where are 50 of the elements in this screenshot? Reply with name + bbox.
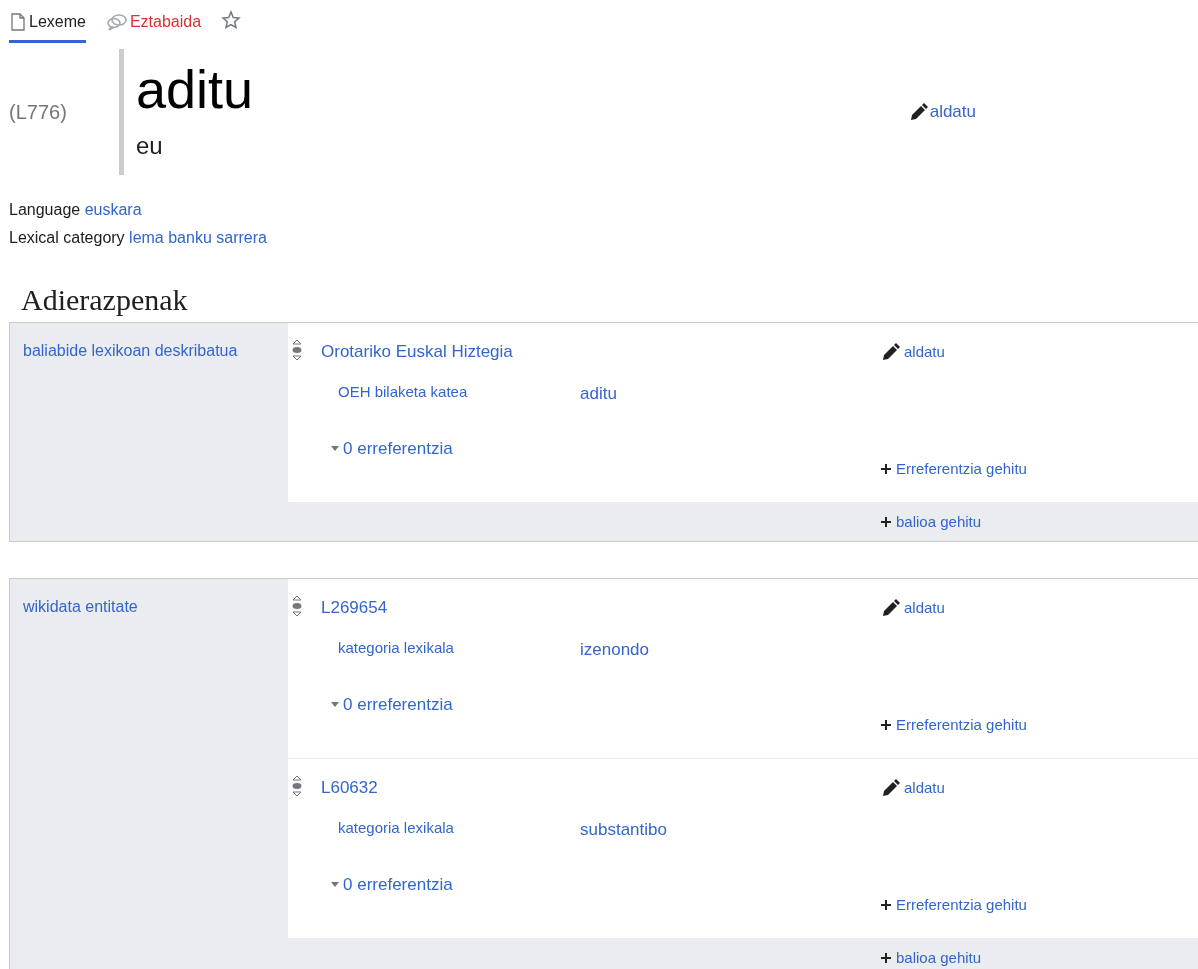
section-heading: Adierazpenak	[21, 282, 189, 318]
add-reference-link[interactable]: Erreferentzia gehitu	[880, 457, 1198, 480]
qualifier-value-link[interactable]: substantibo	[580, 816, 667, 842]
edit-link[interactable]: aldatu	[880, 597, 1198, 620]
plus-icon	[880, 898, 892, 911]
property-value-link[interactable]: lema banku sarrera	[129, 229, 267, 246]
speech-bubbles-icon	[105, 13, 128, 31]
caret-down-icon	[331, 446, 339, 452]
statement-value-link[interactable]: L60632	[321, 778, 378, 797]
rank-selector-icon[interactable]	[291, 338, 303, 361]
edit-link[interactable]: aldatu	[907, 99, 976, 125]
property-label: Language	[9, 201, 81, 218]
caret-down-icon	[331, 882, 339, 888]
qualifier-property-link[interactable]: kategoria lexikala	[338, 816, 580, 842]
references-toggle[interactable]: 0 erreferentzia	[343, 436, 453, 462]
lexeme-id: (L776)	[9, 100, 68, 125]
rank-selector-icon[interactable]	[291, 774, 303, 797]
tab[interactable]: Eztabaida	[105, 10, 202, 43]
pencil-icon	[880, 343, 900, 362]
lemma-language: eu	[136, 130, 164, 161]
tab[interactable]: Lexeme	[9, 10, 86, 43]
property-label: Lexical category	[9, 229, 125, 246]
rank-selector-icon[interactable]	[291, 594, 303, 617]
references-toggle[interactable]: 0 erreferentzia	[343, 692, 453, 718]
property-link[interactable]: baliabide lexikoan deskribatua	[23, 342, 238, 359]
qualifier-value-link[interactable]: aditu	[580, 380, 617, 406]
edit-link[interactable]: aldatu	[880, 777, 1198, 800]
add-value-link[interactable]: balioa gehitu	[880, 946, 982, 969]
edit-link[interactable]: aldatu	[880, 341, 1198, 364]
add-value-link[interactable]: balioa gehitu	[880, 510, 982, 534]
qualifier-property-link[interactable]: kategoria lexikala	[338, 636, 580, 662]
plus-icon	[880, 516, 892, 528]
references-toggle[interactable]: 0 erreferentzia	[343, 872, 453, 898]
plus-icon	[880, 718, 892, 731]
page-icon	[9, 12, 27, 32]
plus-icon	[880, 462, 892, 475]
qualifier-property-link[interactable]: OEH bilaketa katea	[338, 380, 580, 406]
pencil-icon	[880, 779, 900, 798]
pencil-icon	[880, 599, 900, 618]
add-reference-link[interactable]: Erreferentzia gehitu	[880, 713, 1198, 736]
watch-star-icon[interactable]	[221, 10, 242, 30]
property-value-link[interactable]: euskara	[84, 201, 142, 218]
property-link[interactable]: wikidata entitate	[23, 598, 138, 615]
statement-value-link[interactable]: Orotariko Euskal Hiztegia	[321, 342, 513, 361]
lemma: aditu	[136, 60, 254, 120]
statement-value-link[interactable]: L269654	[321, 598, 388, 617]
qualifier-value-link[interactable]: izenondo	[580, 636, 649, 662]
add-reference-link[interactable]: Erreferentzia gehitu	[880, 893, 1198, 916]
caret-down-icon	[331, 702, 339, 708]
plus-icon	[880, 952, 892, 964]
